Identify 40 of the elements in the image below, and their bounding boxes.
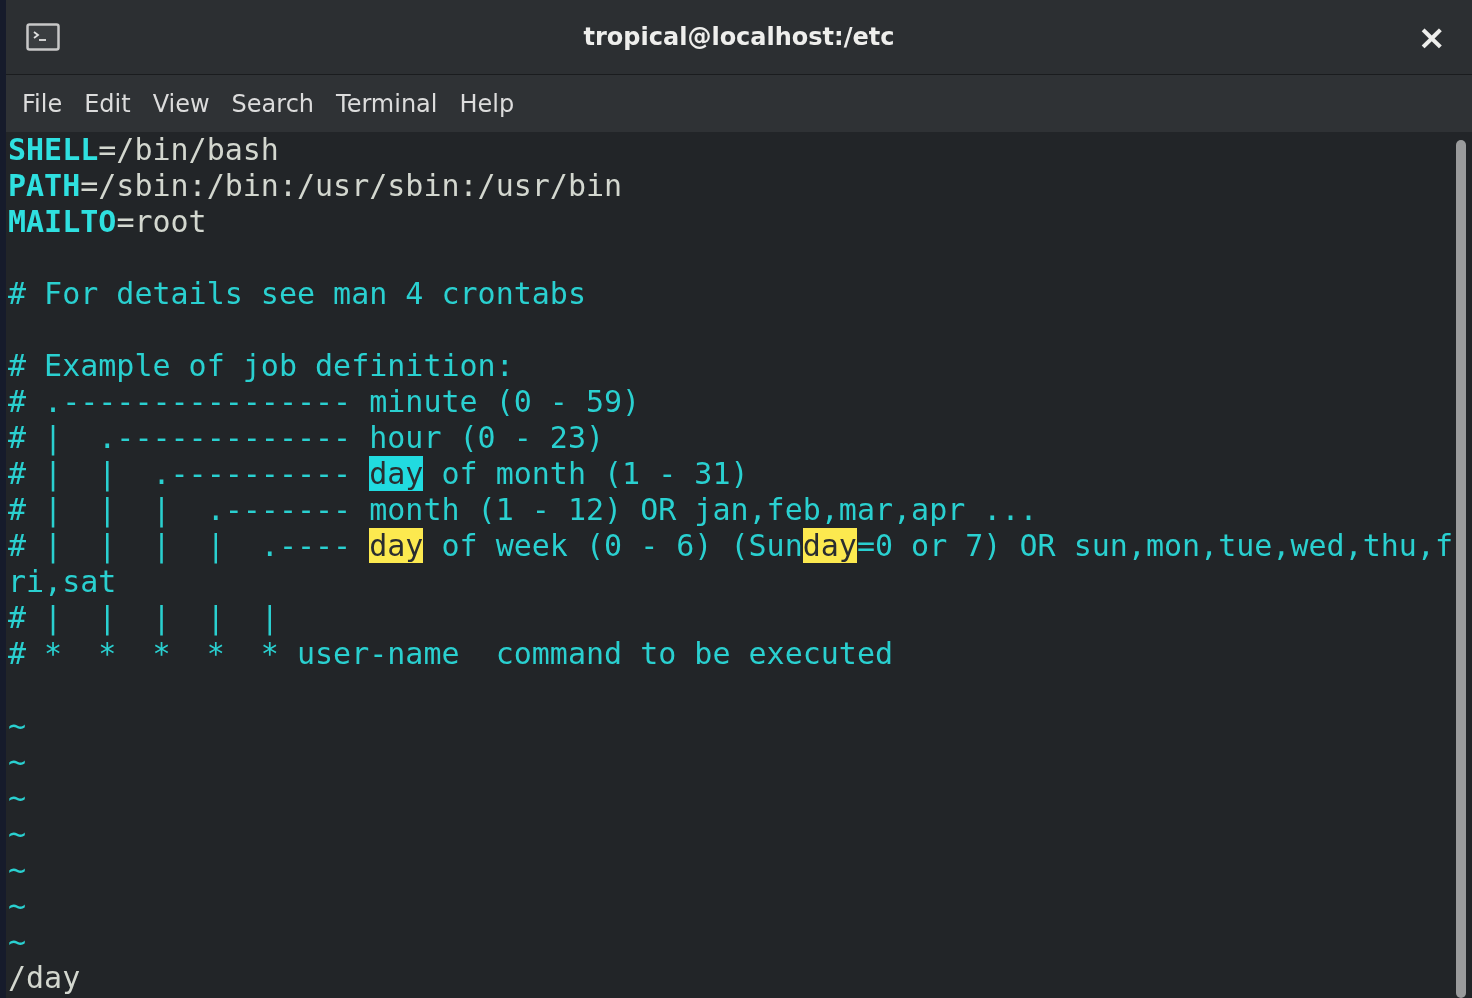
menu-item[interactable]: Terminal <box>326 85 448 122</box>
variable-value: =/bin/bash <box>98 132 279 167</box>
variable-name: PATH <box>8 168 81 203</box>
comment-text: of week (0 - 6) (Sun <box>440 528 803 563</box>
comment-text: =0 or 7) OR sun,mon,tue,wed,thu,f <box>856 528 1453 563</box>
comment-text: of month (1 - 31) <box>440 456 749 491</box>
menu-item[interactable]: Search <box>221 85 325 122</box>
comment-text: # | | | | | <box>8 600 279 635</box>
close-button[interactable]: × <box>1411 17 1452 57</box>
comment-text: # For details see man 4 crontabs <box>8 276 586 311</box>
empty-line-marker: ~ <box>8 780 27 815</box>
search-highlight: day <box>802 528 857 563</box>
command-line: /day <box>8 960 81 995</box>
terminal-icon <box>26 23 60 51</box>
comment-text: # | | .---------- <box>8 456 353 491</box>
variable-name: MAILTO <box>8 204 117 239</box>
search-highlight: day <box>369 456 424 491</box>
empty-line-marker: ~ <box>8 744 27 779</box>
search-highlight: day <box>369 528 424 563</box>
menu-item[interactable]: View <box>142 85 220 122</box>
comment-text: ri,sat <box>8 564 117 599</box>
comment-text: # * * * * * user-name command to be executed <box>8 636 893 671</box>
menu-item[interactable]: File <box>12 85 73 122</box>
scrollbar-thumb[interactable] <box>1456 140 1466 998</box>
variable-name: SHELL <box>8 132 99 167</box>
variable-value: =/sbin:/bin:/usr/sbin:/usr/bin <box>80 168 623 203</box>
comment-text: # | | | | .---- <box>8 528 353 563</box>
variable-value: =root <box>116 204 207 239</box>
empty-line-marker: ~ <box>8 708 27 743</box>
empty-line-marker: ~ <box>8 852 27 887</box>
window-title: tropical@localhost:/etc <box>583 23 895 51</box>
menu-item[interactable]: Help <box>449 85 525 122</box>
comment-text: # | | | .------- month (1 - 12) OR jan,feb,mar,apr ... <box>8 492 1038 527</box>
empty-line-marker: ~ <box>8 924 27 959</box>
empty-line-marker: ~ <box>8 888 27 923</box>
menu-item[interactable]: Edit <box>74 85 141 122</box>
comment-text: # | .------------- hour (0 - 23) <box>8 420 605 455</box>
comment-text: # .---------------- minute (0 - 59) <box>8 384 641 419</box>
comment-text: # Example of job definition: <box>8 348 514 383</box>
empty-line-marker: ~ <box>8 816 27 851</box>
